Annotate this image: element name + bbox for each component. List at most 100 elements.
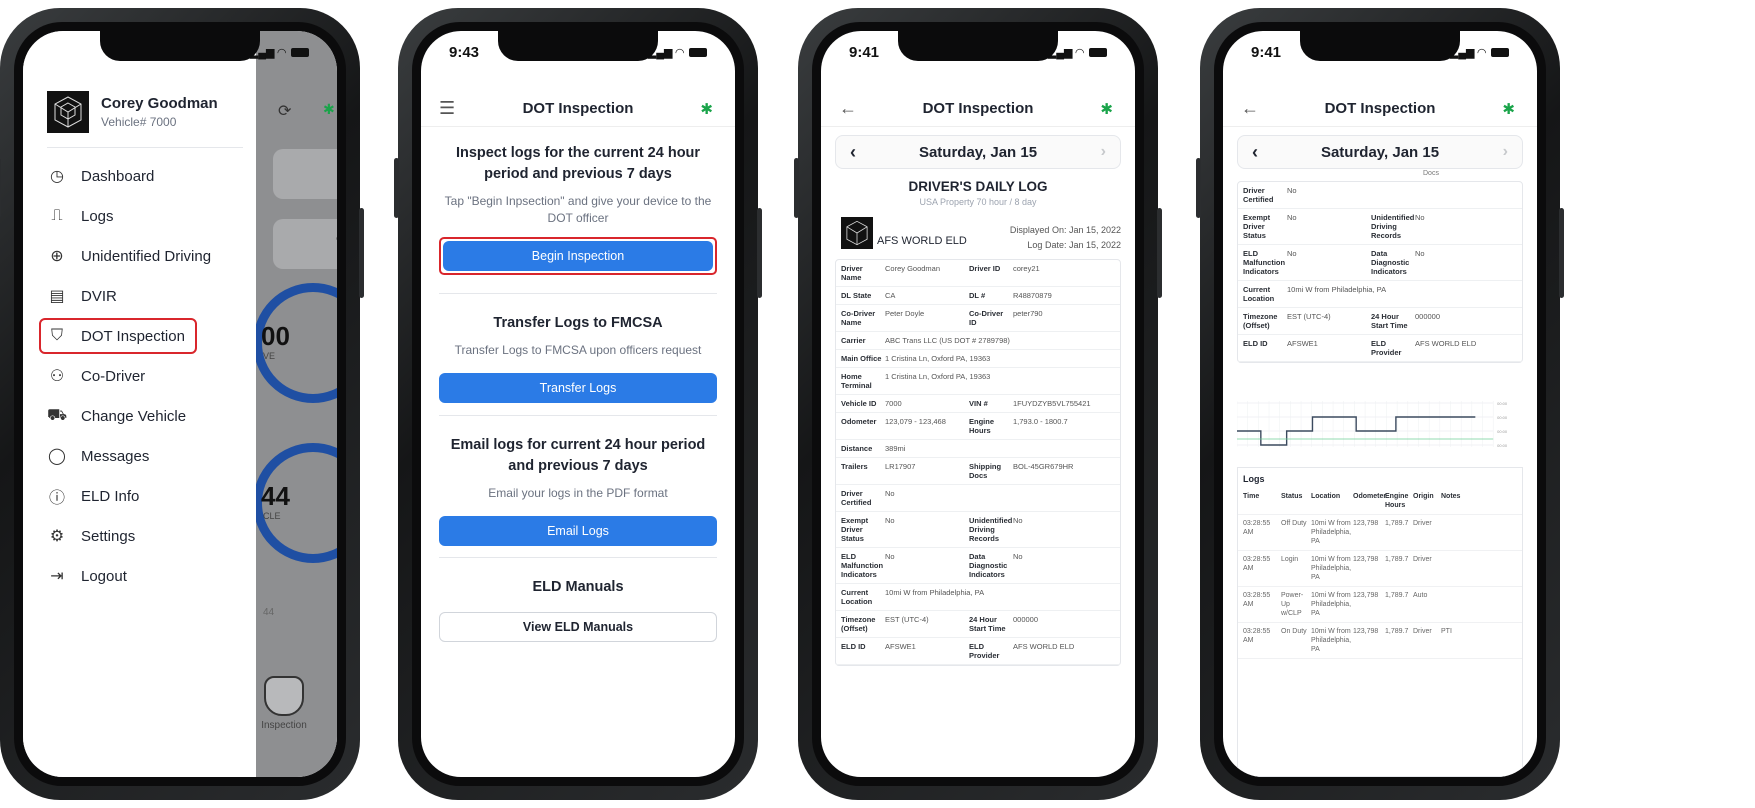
info-label: Current Location [841,588,873,606]
page-title: DOT Inspection [1324,100,1436,117]
info-value: 389mi [885,444,906,453]
info-value: No [1013,516,1023,525]
clipboard-icon: ▤ [49,288,65,305]
page-title: DOT Inspection [522,100,634,117]
back-arrow-icon[interactable]: ← [1241,98,1259,119]
provider-name: AFS WORLD ELD [877,235,967,247]
info-label: Engine Hours [969,417,995,435]
menu-item-logout[interactable]: ⇥ Logout [47,556,256,596]
info-value: BOL-45GR679HR [1013,462,1074,471]
table-cell: Power-Up w/CLP [1281,592,1304,617]
begin-inspection-button[interactable]: Begin Inspection [443,241,713,271]
menu-item-settings[interactable]: ⚙ Settings [47,516,256,556]
chevron-left-icon[interactable]: ‹ [850,142,856,163]
table-cell: Off Duty [1281,520,1307,527]
avatar [47,91,89,133]
date-navigator: ‹ Saturday, Jan 15 › [1237,135,1523,169]
table-row[interactable]: 03:28:55 AM Power-Up w/CLP 10mi W from Phi… [1238,587,1522,623]
menu-item-change-vehicle[interactable]: ⛟ Change Vehicle [47,396,256,436]
info-label: 24 Hour Start Time [969,615,1006,633]
table-row[interactable]: 03:28:55 AM On Duty 10mi W from Philadelph… [1238,623,1522,659]
table-cell: 03:28:55 AM [1243,628,1271,644]
info-value: peter790 [1013,309,1043,318]
menu-item-logs[interactable]: ⎍ Logs [47,196,256,236]
table-cell: 10mi W from Philadelphia, PA [1311,592,1352,617]
current-date: Saturday, Jan 15 [918,143,1038,161]
bluetooth-icon[interactable]: ✱ [1502,100,1515,118]
info-row: ELD ID AFSWE1 ELD Provider AFS WORLD ELD [1238,335,1522,362]
table-cell: 1,789.7 [1385,556,1409,563]
info-label: ELD Malfunction Indicators [841,552,884,579]
chevron-right-icon[interactable]: › [1101,143,1106,161]
info-row: Exempt Driver Status No Unidentified Drivi… [1238,209,1522,245]
info-row: Odometer 123,079 - 123,468 Engine Hours 1,7… [836,413,1120,440]
menu-item-eld-info[interactable]: ⓘ ELD Info [47,476,256,516]
hamburger-menu-icon[interactable]: ☰ [439,98,455,119]
bluetooth-icon[interactable]: ✱ [1100,100,1113,118]
info-label: Exempt Driver Status [1243,213,1271,240]
table-row[interactable]: 03:28:55 AM Login 10mi W from Philadelphia… [1238,551,1522,587]
info-row: Timezone (Offset) EST (UTC-4) 24 Hour Star… [1238,308,1522,335]
logs-header-row: Time Status Location Odometer Engine Hou… [1238,488,1522,515]
table-cell: 123,798 [1353,628,1379,635]
info-row: Carrier ABC Trans LLC (US DOT # 2789798) [836,332,1120,350]
table-cell: 03:28:55 AM [1243,592,1271,608]
menu-item-dvir[interactable]: ▤ DVIR [47,276,256,316]
bluetooth-icon[interactable]: ✱ [700,100,713,118]
info-value: No [1287,249,1297,258]
truck-icon: ⛟ [47,407,68,424]
menu-item-co-driver[interactable]: ⚇ Co-Driver [47,356,256,396]
view-eld-manuals-button[interactable]: View ELD Manuals [439,612,717,642]
chevron-right-icon[interactable]: › [1503,143,1508,161]
menu-item-dot-inspection[interactable]: ⛉ DOT Inspection [39,318,197,354]
page-title: DOT Inspection [922,100,1034,117]
info-row: Distance 389mi [836,440,1120,458]
logout-icon: ⇥ [50,568,64,585]
table-cell: Driver [1413,520,1432,527]
gear-icon: ⚙ [49,528,65,545]
info-label: ELD Provider [1371,339,1402,357]
log-title: DRIVER'S DAILY LOG [908,179,1048,194]
info-value: AFSWE1 [1287,339,1318,348]
table-cell: 123,798 [1353,520,1379,527]
clock-icon: ◷ [50,168,64,185]
transfer-subtitle: Transfer Logs to FMCSA upon officers req… [454,343,702,357]
divider [439,293,717,294]
menu-item-unidentified-driving[interactable]: ⊕ Unidentified Driving [47,236,256,276]
status-time: 9:41 [1251,43,1282,61]
table-cell: Auto [1413,592,1428,599]
info-value: 1 Cristina Ln, Oxford PA, 19363 [885,372,991,381]
tab-inspection[interactable]: Inspection [249,676,319,731]
chevron-left-icon[interactable]: ‹ [1252,142,1258,163]
email-section: Email logs for current 24 hour period an… [439,435,717,546]
table-cell: 10mi W from Philadelphia, PA [1311,520,1352,545]
inspect-title: Inspect logs for the current 24 hour per… [455,145,701,182]
info-value: EST (UTC-4) [1287,312,1331,321]
inspect-section: Inspect logs for the current 24 hour per… [439,143,717,275]
duty-status-graph: 00:00 00:00 00:00 00:00 [1236,397,1523,461]
notch [100,31,260,61]
table-row[interactable]: 03:28:55 AM Off Duty 10mi W from Philadelp… [1238,515,1522,551]
info-row: Home Terminal 1 Cristina Ln, Oxford PA, 1… [836,368,1120,395]
displayed-on: Displayed On: Jan 15, 2022 [1009,225,1121,235]
transfer-logs-button[interactable]: Transfer Logs [439,373,717,403]
app-header: ← DOT Inspection ✱ [821,91,1135,127]
table-cell: 1,789.7 [1385,628,1409,635]
menu-item-messages[interactable]: ◯ Messages [47,436,256,476]
ring-value: 44 [261,481,290,511]
user-profile[interactable]: Corey Goodman Vehicle# 7000 [47,91,243,148]
manuals-section: ELD Manuals View ELD Manuals [439,577,717,642]
logs-title: Logs [1243,474,1265,484]
back-arrow-icon[interactable]: ← [839,98,857,119]
info-label: VIN # [969,399,988,408]
info-value: No [1415,249,1425,258]
info-value: 000000 [1013,615,1039,624]
bg-card: › [273,149,337,199]
menu-item-dashboard[interactable]: ◷ Dashboard [47,156,256,196]
info-value: 10mi W from Philadelphia, PA [1287,285,1387,294]
info-label: Co-Driver Name [841,309,876,327]
shield-icon [264,676,304,716]
info-icon: ⓘ [48,490,65,507]
info-value: 1FUYDZYB5VL755421 [1013,399,1091,408]
email-logs-button[interactable]: Email Logs [439,516,717,546]
